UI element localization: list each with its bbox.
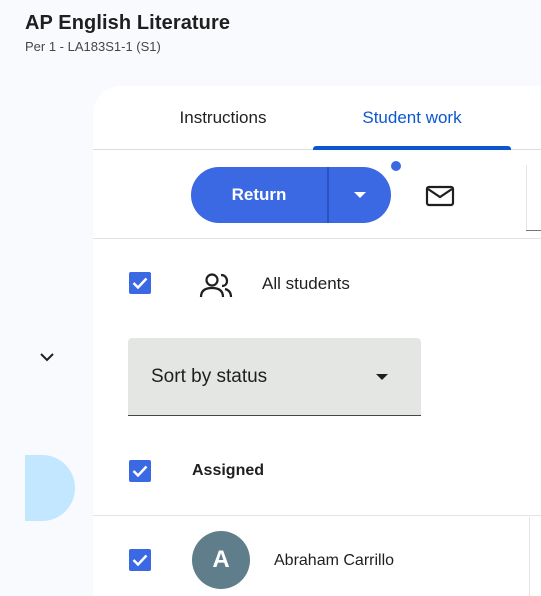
tab-active-indicator [313, 146, 511, 150]
email-button[interactable] [423, 181, 457, 211]
tab-instructions[interactable]: Instructions [153, 86, 293, 150]
check-icon [132, 465, 148, 477]
sort-select-value: Sort by status [151, 366, 268, 387]
caret-down-icon [354, 192, 366, 198]
student-work-panel: Instructions Student work Return All stu… [93, 86, 541, 596]
notification-dot [391, 161, 401, 171]
student-row[interactable]: A Abraham Carrillo [93, 517, 541, 596]
sort-select[interactable]: Sort by status [128, 338, 421, 416]
toolbar: Return [93, 151, 541, 239]
return-dropdown-button[interactable] [329, 167, 391, 223]
tab-bar: Instructions Student work [93, 86, 541, 150]
group-label: Assigned [192, 462, 265, 479]
email-icon [425, 185, 455, 207]
assigned-checkbox[interactable] [129, 460, 151, 482]
row-divider [529, 517, 530, 596]
chevron-down-icon[interactable] [34, 344, 60, 370]
return-button[interactable]: Return [191, 167, 327, 223]
all-students-label: All students [262, 274, 350, 293]
all-students-checkbox[interactable] [129, 272, 151, 294]
rail-active-indicator [25, 455, 75, 521]
check-icon [132, 277, 148, 289]
toolbar-edge-mark [526, 230, 541, 231]
return-split-button: Return [191, 167, 391, 223]
student-checkbox[interactable] [129, 549, 151, 571]
toolbar-divider [526, 165, 527, 231]
all-students-row: All students [93, 239, 541, 329]
dropdown-arrow-icon [376, 374, 388, 380]
course-title: AP English Literature [25, 12, 231, 34]
student-name: Abraham Carrillo [274, 552, 395, 569]
tab-student-work[interactable]: Student work [313, 86, 511, 150]
check-icon [132, 554, 148, 566]
avatar: A [192, 531, 250, 589]
course-section: Per 1 - LA183S1-1 (S1) [25, 39, 161, 54]
course-header: AP English Literature Per 1 - LA183S1-1 … [25, 12, 230, 54]
group-header-assigned: Assigned [93, 429, 541, 516]
people-icon [199, 273, 233, 298]
